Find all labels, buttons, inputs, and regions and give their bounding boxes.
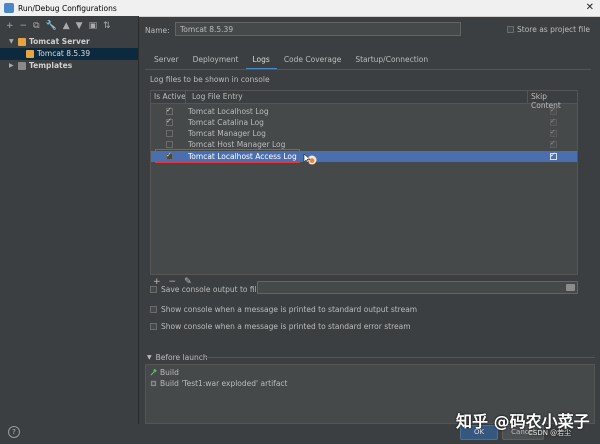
show-stdout-checkbox[interactable] (150, 306, 157, 313)
store-label: Store as project file (517, 25, 590, 34)
save-output-label: Save console output to file: (161, 285, 264, 294)
table-row[interactable]: Tomcat Localhost Log (151, 106, 577, 117)
tab-bar: Server Deployment Logs Code Coverage Sta… (147, 52, 435, 70)
show-stderr-option[interactable]: Show console when a message is printed t… (150, 322, 411, 331)
copy-icon[interactable]: ⧉ (33, 21, 39, 31)
column-divider (527, 91, 528, 103)
header-log-file-entry[interactable]: Log File Entry (192, 92, 243, 101)
save-output-option[interactable]: Save console output to file: (150, 285, 264, 294)
tab-code-coverage[interactable]: Code Coverage (277, 52, 349, 68)
artifact-icon (150, 380, 157, 387)
log-entry-name: Tomcat Host Manager Log (188, 140, 286, 149)
help-icon[interactable]: ? (8, 426, 20, 438)
tree-item-label: Tomcat Server (29, 37, 90, 46)
watermark-sub: CSDN @若尘 (528, 429, 572, 437)
config-panel: Name: Tomcat 8.5.39 Store as project fil… (139, 16, 600, 444)
tomcat-icon (18, 38, 26, 46)
close-icon[interactable]: ✕ (586, 2, 594, 13)
log-entry-name: Tomcat Manager Log (188, 129, 266, 138)
window-titlebar: Run/Debug Configurations ✕ (0, 0, 600, 17)
list-item[interactable]: Build (150, 368, 179, 377)
chevron-right-icon[interactable]: ▶ (9, 60, 14, 72)
folder-icon[interactable] (566, 284, 575, 291)
launch-item-label: Build (160, 368, 179, 377)
tomcat-icon (26, 50, 34, 58)
is-active-checkbox[interactable] (166, 117, 173, 126)
header-is-active[interactable]: Is Active (154, 92, 186, 101)
chevron-down-icon[interactable]: ▼ (147, 354, 152, 361)
logs-section-title: Log files to be shown in console (150, 75, 270, 84)
table-row[interactable]: Tomcat Catalina Log (151, 117, 577, 128)
tab-deployment[interactable]: Deployment (186, 52, 246, 68)
tree-item-templates[interactable]: ▶ Templates (0, 60, 138, 72)
sidebar: + − ⧉ 🔧 ▲ ▼ ▣ ⇅ ▼ Tomcat Server Tomcat 8… (0, 16, 139, 444)
skip-content-checkbox[interactable] (550, 117, 557, 126)
table-row-selected[interactable]: Tomcat Localhost Access Log (151, 149, 577, 165)
tree-item-tomcat-server[interactable]: ▼ Tomcat Server (0, 36, 138, 48)
section-divider (205, 357, 595, 358)
skip-content-checkbox[interactable] (550, 128, 557, 137)
is-active-checkbox[interactable] (166, 141, 173, 148)
name-label: Name: (145, 26, 170, 35)
is-active-checkbox[interactable] (166, 130, 173, 137)
wrench-icon (18, 62, 26, 70)
window-title: Run/Debug Configurations (18, 3, 117, 13)
column-divider (185, 91, 186, 103)
store-as-project-file[interactable]: Store as project file (507, 25, 590, 34)
save-output-checkbox[interactable] (150, 286, 157, 293)
tree-item-label: Tomcat 8.5.39 (37, 49, 91, 58)
add-icon[interactable]: + (6, 21, 14, 31)
folder-icon[interactable]: ▣ (89, 21, 98, 31)
build-hammer-icon (150, 369, 157, 376)
wrench-icon[interactable]: 🔧 (46, 21, 57, 31)
name-input[interactable]: Tomcat 8.5.39 (175, 22, 461, 36)
log-files-table: Is Active Log File Entry Skip Content To… (150, 90, 578, 275)
show-stderr-checkbox[interactable] (150, 323, 157, 330)
is-active-checkbox[interactable] (166, 106, 173, 115)
show-stdout-option[interactable]: Show console when a message is printed t… (150, 305, 417, 314)
tree-item-label: Templates (29, 61, 73, 70)
move-up-icon[interactable]: ▲ (63, 21, 70, 31)
app-icon (4, 3, 14, 13)
table-row[interactable]: Tomcat Manager Log (151, 128, 577, 139)
move-down-icon[interactable]: ▼ (76, 21, 83, 31)
launch-item-label: Build 'Test1:war exploded' artifact (160, 379, 288, 388)
remove-icon[interactable]: − (20, 21, 28, 31)
tree-item-tomcat-8539[interactable]: Tomcat 8.5.39 (0, 48, 138, 60)
sidebar-toolbar: + − ⧉ 🔧 ▲ ▼ ▣ ⇅ (0, 16, 138, 36)
skip-content-checkbox[interactable] (550, 106, 557, 115)
before-launch-header[interactable]: ▼ Before launch (147, 353, 208, 362)
show-stdout-label: Show console when a message is printed t… (161, 305, 418, 314)
log-entry-name: Tomcat Catalina Log (188, 118, 264, 127)
show-stderr-label: Show console when a message is printed t… (161, 322, 411, 331)
annotation-highlight-box (155, 149, 300, 163)
list-item[interactable]: Build 'Test1:war exploded' artifact (150, 379, 287, 388)
tab-startup-connection[interactable]: Startup/Connection (348, 52, 435, 68)
tab-logs[interactable]: Logs (245, 52, 277, 70)
mouse-cursor-icon (303, 153, 317, 165)
output-file-input[interactable] (257, 281, 578, 294)
tab-divider (145, 69, 591, 70)
skip-content-checkbox[interactable] (550, 151, 557, 160)
log-entry-name: Tomcat Localhost Log (188, 107, 269, 116)
tab-server[interactable]: Server (147, 52, 186, 68)
store-checkbox[interactable] (507, 26, 514, 33)
chevron-down-icon[interactable]: ▼ (9, 36, 14, 48)
table-header: Is Active Log File Entry Skip Content (151, 91, 577, 110)
before-launch-title: Before launch (155, 353, 208, 362)
skip-content-checkbox[interactable] (550, 139, 557, 148)
sort-icon[interactable]: ⇅ (103, 21, 111, 31)
